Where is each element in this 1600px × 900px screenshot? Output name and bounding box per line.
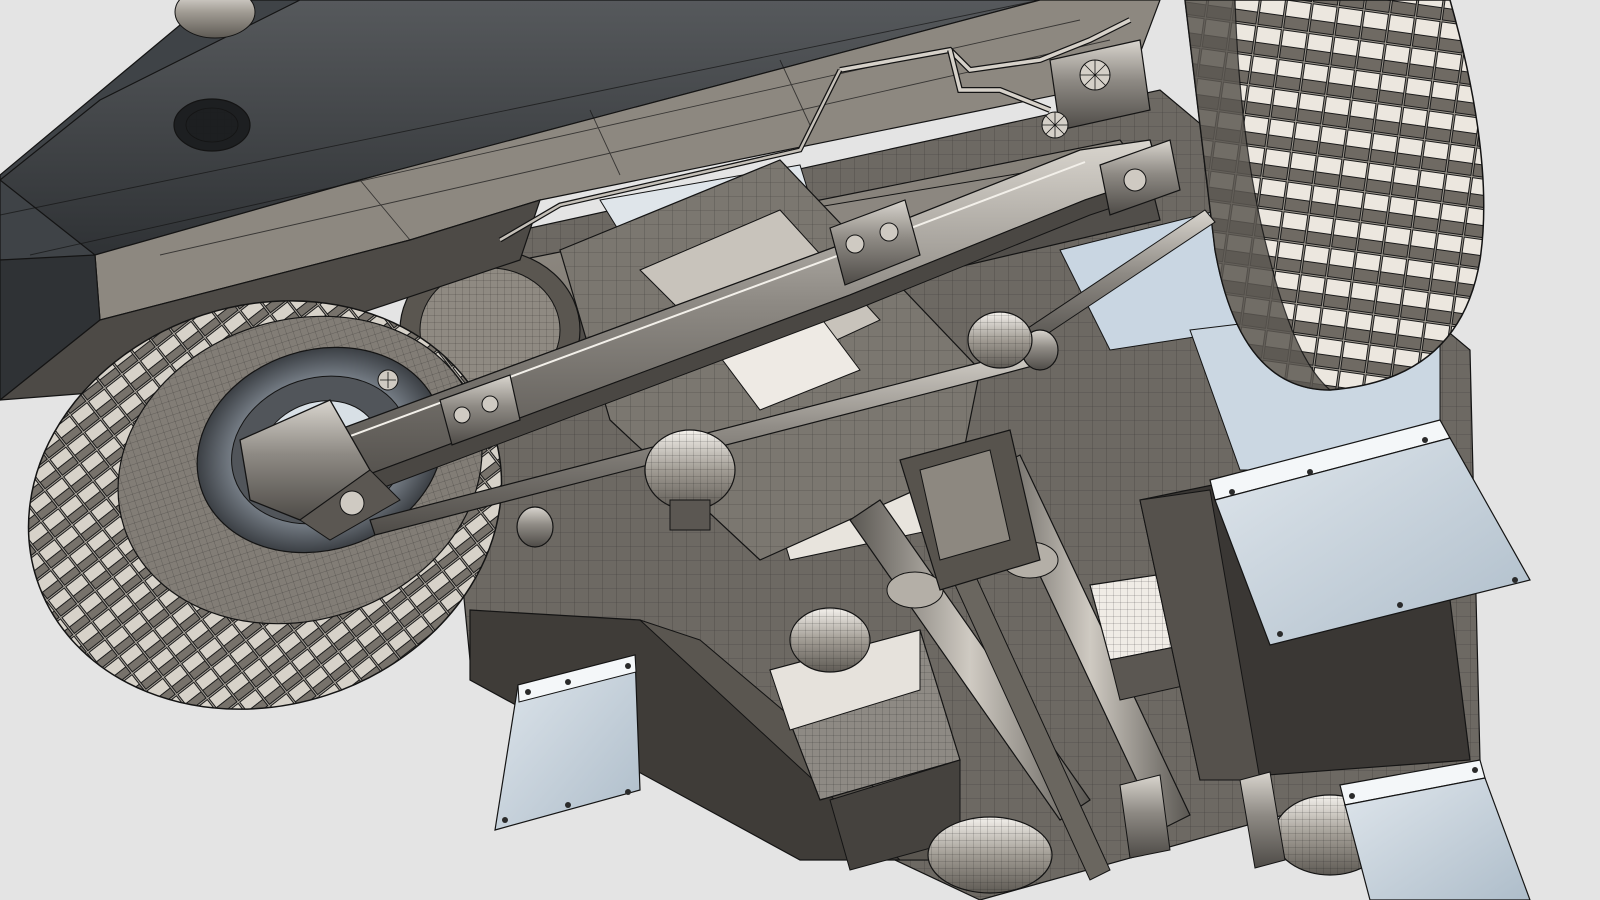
mud-flap-right-lower (1339, 759, 1531, 900)
air-tank-rear-left (927, 816, 1053, 894)
air-tank-front (789, 607, 871, 673)
chassis-model-render (0, 0, 1531, 900)
shock-absorber-right (967, 311, 1033, 369)
tie-rod-end-left (516, 506, 554, 548)
3d-viewport[interactable] (0, 0, 1600, 900)
